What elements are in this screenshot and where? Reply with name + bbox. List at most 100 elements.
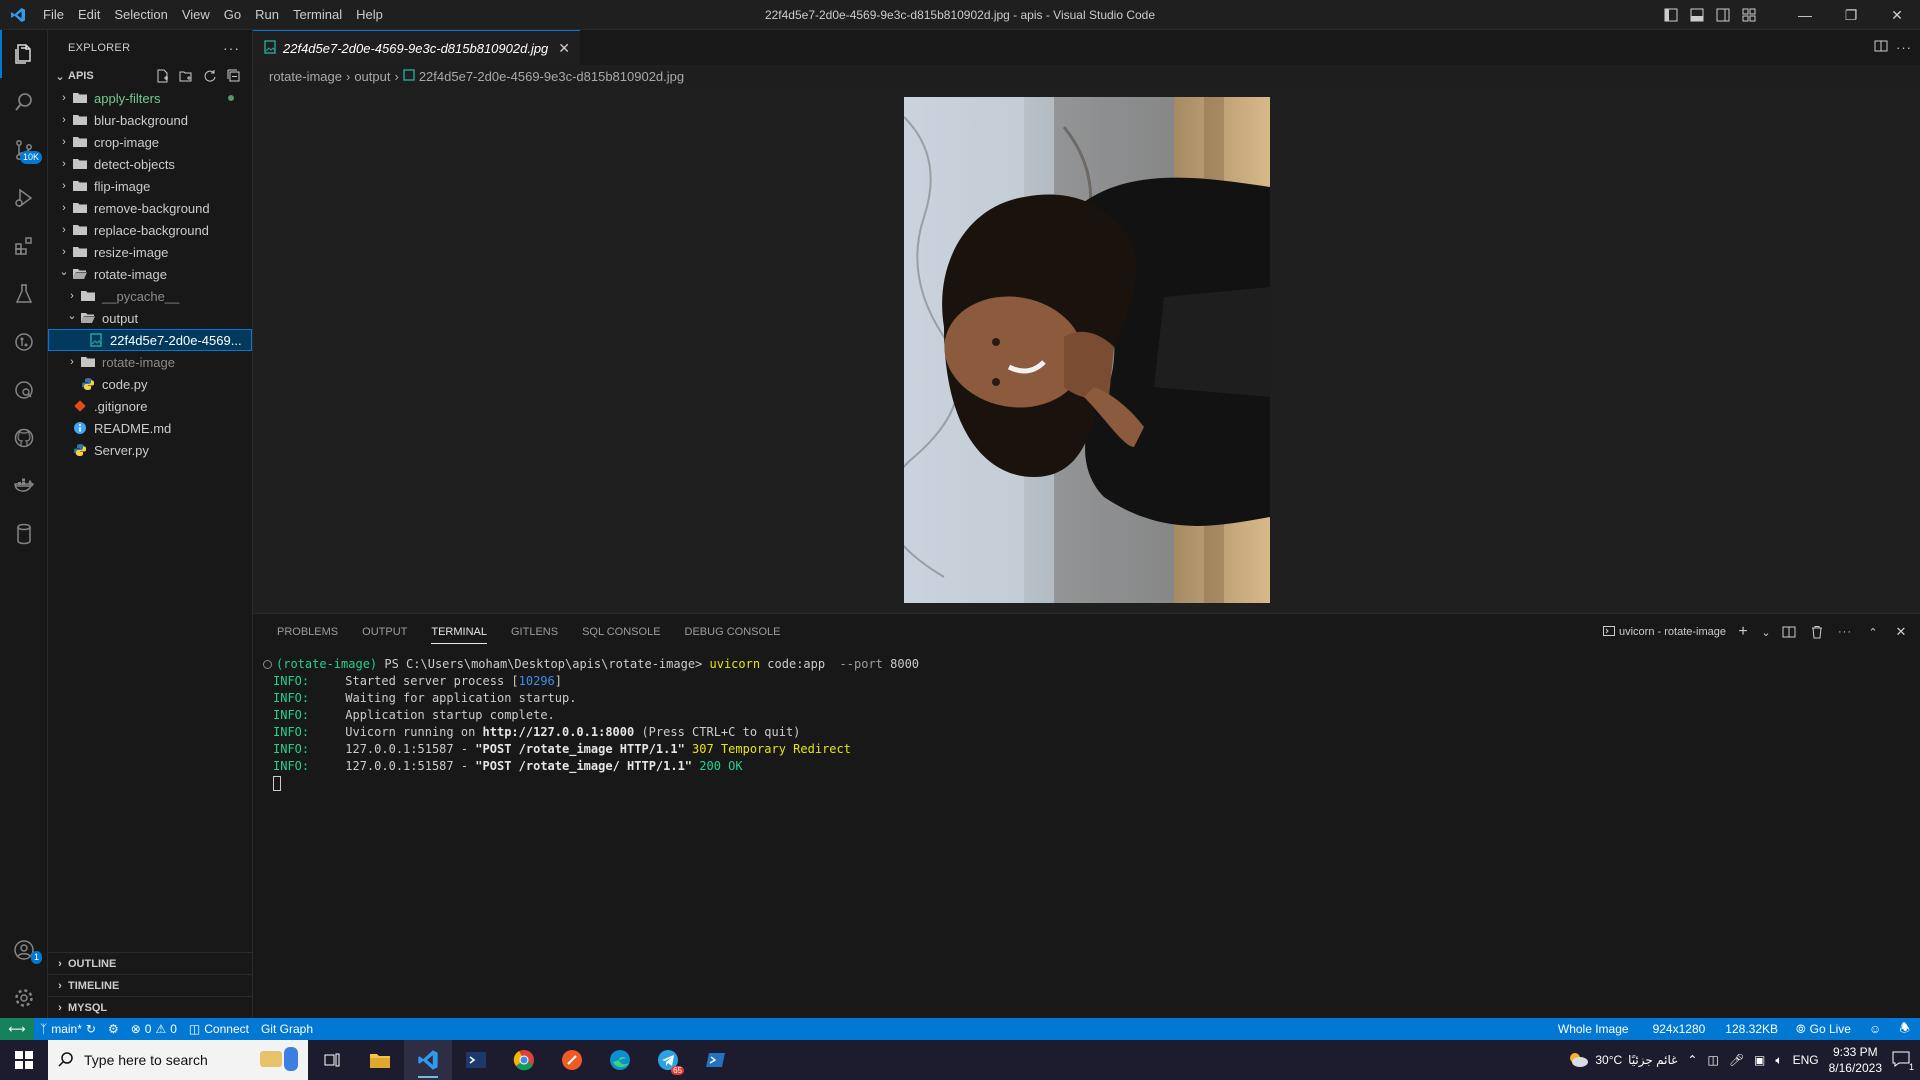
close-panel-icon[interactable]: ✕ xyxy=(1890,621,1912,643)
taskbar-clock[interactable]: 9:33 PM 8/16/2023 xyxy=(1829,1044,1882,1076)
terminal-selector[interactable]: uvicorn - rotate-image xyxy=(1603,625,1726,640)
tree-item-rotate-image[interactable]: ⌄ rotate-image xyxy=(48,263,252,285)
toggle-primary-sidebar-icon[interactable] xyxy=(1658,0,1684,30)
input-language[interactable]: ENG xyxy=(1793,1053,1819,1067)
menu-selection[interactable]: Selection xyxy=(107,0,174,30)
workspace-root[interactable]: ⌄ APIS xyxy=(48,65,252,87)
testing-icon[interactable] xyxy=(0,270,48,318)
gitlens-status-icon[interactable]: ⚙ xyxy=(102,1018,125,1040)
powershell-ise-icon[interactable] xyxy=(452,1040,500,1080)
volume-muted-icon[interactable]: 🔈︎ xyxy=(1775,1053,1782,1068)
tab-image-preview[interactable]: 22f4d5e7-2d0e-4569-9e3c-d815b810902d.jpg… xyxy=(253,30,581,65)
menu-edit[interactable]: Edit xyxy=(71,0,107,30)
menu-go[interactable]: Go xyxy=(217,0,248,30)
editor-more-actions-icon[interactable]: ··· xyxy=(1896,40,1912,55)
taskbar-search-box[interactable]: Type here to search xyxy=(48,1040,308,1080)
new-file-icon[interactable] xyxy=(152,66,172,86)
edge-icon[interactable] xyxy=(596,1040,644,1080)
tree-item-server-py[interactable]: Server.py xyxy=(48,439,252,461)
split-terminal-icon[interactable] xyxy=(1778,621,1800,643)
tab-terminal[interactable]: TERMINAL xyxy=(419,614,499,650)
kill-terminal-trash-icon[interactable] xyxy=(1806,621,1828,643)
extensions-icon[interactable] xyxy=(0,222,48,270)
manage-gear-icon[interactable] xyxy=(0,974,48,1022)
customize-layout-icon[interactable] xyxy=(1736,0,1762,30)
docker-icon[interactable] xyxy=(0,462,48,510)
accounts-icon[interactable]: 1 xyxy=(0,926,48,974)
meet-now-icon[interactable]: ◫ xyxy=(1707,1053,1718,1067)
git-graph-button[interactable]: Git Graph xyxy=(255,1018,319,1040)
powershell-icon[interactable] xyxy=(692,1040,740,1080)
feedback-icon[interactable]: ☺ xyxy=(1861,1018,1889,1040)
tab-problems[interactable]: PROBLEMS xyxy=(265,614,350,650)
new-terminal-plus-icon[interactable]: + xyxy=(1732,621,1754,643)
tab-sql-console[interactable]: SQL CONSOLE xyxy=(570,614,672,650)
tab-output[interactable]: OUTPUT xyxy=(350,614,419,650)
branch-indicator[interactable]: ᛉ main* ↻ xyxy=(34,1018,102,1040)
tree-item-replace-background[interactable]: › replace-background xyxy=(48,219,252,241)
tree-item-remove-background[interactable]: › remove-background xyxy=(48,197,252,219)
notifications-bell-icon[interactable]: 🕭 xyxy=(1889,1018,1920,1040)
timeline-section[interactable]: › TIMELINE xyxy=(48,974,253,996)
tree-item-readme-md[interactable]: README.md xyxy=(48,417,252,439)
collapse-all-icon[interactable] xyxy=(224,66,244,86)
task-view-icon[interactable] xyxy=(308,1040,356,1080)
breadcrumb-item[interactable]: rotate-image xyxy=(269,69,342,84)
menu-view[interactable]: View xyxy=(175,0,217,30)
tree-item-code-py[interactable]: code.py xyxy=(48,373,252,395)
log-url[interactable]: http://127.0.0.1:8000 xyxy=(483,725,635,739)
remote-indicator-icon[interactable]: ⟷ xyxy=(0,1018,34,1040)
gitlens-inspect-icon[interactable] xyxy=(0,366,48,414)
minimize-button[interactable]: — xyxy=(1782,0,1828,30)
refresh-icon[interactable] xyxy=(200,66,220,86)
image-zoom-mode[interactable]: Whole Image xyxy=(1546,1018,1641,1040)
menu-terminal[interactable]: Terminal xyxy=(286,0,349,30)
more-actions-icon[interactable]: ··· xyxy=(223,40,240,56)
weather-widget[interactable]: 30°C غائم جزئيًا xyxy=(1567,1050,1677,1071)
breadcrumb-item[interactable]: 22f4d5e7-2d0e-4569-9e3c-d815b810902d.jpg xyxy=(419,69,684,84)
explorer-icon[interactable] xyxy=(0,30,48,78)
problems-indicator[interactable]: ⊗ 0 ⚠ 0 xyxy=(125,1018,183,1040)
close-window-button[interactable]: ✕ xyxy=(1874,0,1920,30)
tree-item-apply-filters[interactable]: › apply-filters xyxy=(48,87,252,109)
microphone-icon[interactable]: 🎤︎ xyxy=(1729,1053,1744,1067)
tree-item-blur-background[interactable]: › blur-background xyxy=(48,109,252,131)
breadcrumb-item[interactable]: output xyxy=(354,69,390,84)
tree-item-resize-image[interactable]: › resize-image xyxy=(48,241,252,263)
tree-item-detect-objects[interactable]: › detect-objects xyxy=(48,153,252,175)
vscode-taskbar-icon[interactable] xyxy=(404,1040,452,1080)
tab-gitlens[interactable]: GITLENS xyxy=(499,614,570,650)
github-icon[interactable] xyxy=(0,414,48,462)
search-icon[interactable] xyxy=(0,78,48,126)
tree-item-gitignore[interactable]: .gitignore xyxy=(48,395,252,417)
source-control-icon[interactable]: 10K xyxy=(0,126,48,174)
toggle-panel-icon[interactable] xyxy=(1684,0,1710,30)
close-tab-icon[interactable]: ✕ xyxy=(558,40,570,57)
tree-item-crop-image[interactable]: › crop-image xyxy=(48,131,252,153)
telegram-icon[interactable]: 65 xyxy=(644,1040,692,1080)
connect-button[interactable]: ◫ Connect xyxy=(183,1018,255,1040)
tray-overflow-chevron-up-icon[interactable]: ⌃ xyxy=(1687,1053,1697,1067)
tree-item-22f4d5e7-2d0e-4569[interactable]: 22f4d5e7-2d0e-4569... xyxy=(48,329,252,351)
tree-item-rotate-image[interactable]: › rotate-image xyxy=(48,351,252,373)
tree-item-flip-image[interactable]: › flip-image xyxy=(48,175,252,197)
go-live-button[interactable]: ⦾ Go Live xyxy=(1786,1018,1861,1040)
notification-center-icon[interactable]: 1 xyxy=(1892,1051,1914,1072)
menu-help[interactable]: Help xyxy=(349,0,390,30)
toggle-secondary-sidebar-icon[interactable] xyxy=(1710,0,1736,30)
chrome-icon[interactable] xyxy=(500,1040,548,1080)
file-explorer-icon[interactable] xyxy=(356,1040,404,1080)
database-icon[interactable] xyxy=(0,510,48,558)
maximize-panel-chevron-up-icon[interactable]: ⌃ xyxy=(1862,621,1884,643)
tree-item-output[interactable]: ⌄ output xyxy=(48,307,252,329)
gitlens-icon[interactable] xyxy=(0,318,48,366)
terminal-output[interactable]: (rotate-image) PS C:\Users\moham\Desktop… xyxy=(253,650,1920,792)
split-editor-icon[interactable] xyxy=(1874,39,1888,56)
chevron-down-icon[interactable]: ⌄ xyxy=(1760,621,1772,643)
tree-item-pycache[interactable]: › __pycache__ xyxy=(48,285,252,307)
postman-icon[interactable] xyxy=(548,1040,596,1080)
network-icon[interactable]: ▣ xyxy=(1754,1053,1765,1067)
restore-button[interactable]: ❐ xyxy=(1828,0,1874,30)
outline-section[interactable]: › OUTLINE xyxy=(48,952,253,974)
windows-start-icon[interactable] xyxy=(0,1040,48,1080)
